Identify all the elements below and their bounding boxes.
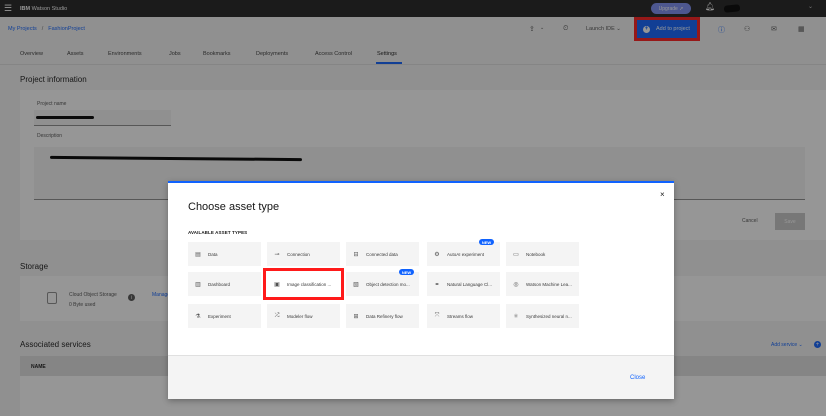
close-button[interactable]: Close [630,375,645,381]
new-badge: NEW [399,269,414,275]
asset-tile-connected-data[interactable]: ⊟ Connected data [346,242,419,266]
modal-footer [168,355,674,399]
asset-tile-dashboard[interactable]: ▥ Dashboard [188,272,261,296]
tile-label: Experiment [208,313,231,319]
asset-tile-connection[interactable]: ⊸ Connection [267,242,340,266]
tile-label: Notebook [526,251,546,257]
asset-tile-data[interactable]: ▤ Data [188,242,261,266]
tile-label: Object detection mo... [366,281,410,287]
streams-flow-icon: ⤧ [434,312,440,319]
tile-label: AutoAI experiment [447,251,485,257]
tile-label: Watson Machine Lea... [526,281,572,287]
asset-tile-data-refinery[interactable]: ⊞ Data Refinery flow [346,304,419,328]
tile-label: Connection [287,251,310,257]
experiment-icon: ⚗ [195,313,201,320]
tile-label: Synthesized neural n... [526,313,572,319]
object-detection-icon: ▧ [353,281,359,288]
image-classification-icon: ▣ [274,281,280,288]
data-icon: ▤ [195,251,201,258]
asset-tile-experiment[interactable]: ⚗ Experiment [188,304,261,328]
asset-tile-image-classification[interactable]: ▣ Image classification ... [263,268,344,300]
tile-label: Streams flow [447,313,474,319]
synthesized-neural-icon: ⚛ [513,313,519,320]
modeler-flow-icon: ⤮ [274,312,280,319]
tile-label: Data Refinery flow [366,313,403,319]
data-refinery-icon: ⊞ [353,313,359,320]
natural-language-icon: ⚭ [434,281,440,288]
tile-label: Dashboard [208,281,231,287]
dashboard-icon: ▥ [195,281,201,288]
available-asset-types-label: AVAILABLE ASSET TYPES [188,230,248,235]
autoai-icon: ⚙ [434,251,440,258]
asset-tile-natural-language[interactable]: ⚭ Natural Language Cl... [427,272,500,296]
tile-label: Modeler flow [287,313,313,319]
asset-tile-modeler-flow[interactable]: ⤮ Modeler flow [267,304,340,328]
asset-tile-autoai[interactable]: ⚙ AutoAI experiment [427,242,500,266]
tile-label: Natural Language Cl... [447,281,493,287]
modal-title: Choose asset type [188,201,280,213]
connection-icon: ⊸ [274,251,280,258]
tile-label: Connected data [366,251,398,257]
tile-label: Image classification ... [287,281,332,287]
asset-tile-synthesized-neural[interactable]: ⚛ Synthesized neural n... [506,304,579,328]
new-badge: NEW [479,239,494,245]
tile-label: Data [208,251,218,257]
asset-tile-streams-flow[interactable]: ⤧ Streams flow [427,304,500,328]
asset-tile-notebook[interactable]: ▭ Notebook [506,242,579,266]
asset-tile-watson-ml[interactable]: ◎ Watson Machine Lea... [506,272,579,296]
connected-data-icon: ⊟ [353,251,359,258]
close-icon[interactable]: × [660,190,665,199]
notebook-icon: ▭ [513,251,519,258]
watson-ml-icon: ◎ [513,281,519,288]
asset-tile-object-detection[interactable]: ▧ Object detection mo... [346,272,419,296]
